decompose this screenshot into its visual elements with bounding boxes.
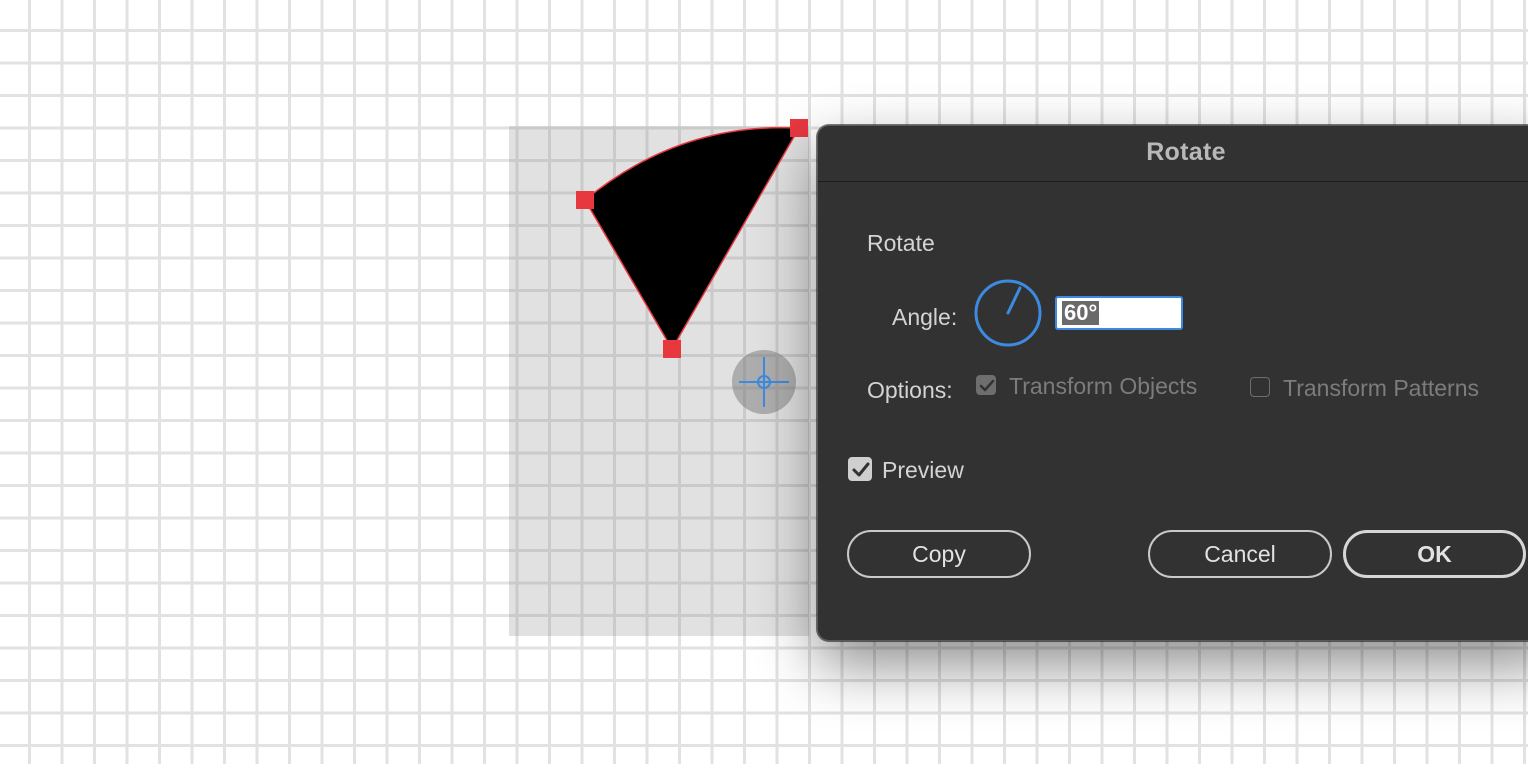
checkmark-icon [979, 379, 995, 392]
preview-label: Preview [882, 457, 964, 483]
rotate-section-label: Rotate [867, 230, 935, 256]
angle-label: Angle: [892, 304, 958, 330]
anchor-point-left [576, 191, 594, 209]
preview-checkbox[interactable] [848, 457, 872, 481]
transform-objects-checkbox[interactable] [976, 375, 996, 395]
ok-button[interactable]: OK [1343, 530, 1526, 578]
wedge-shape [584, 126, 801, 351]
rotation-origin-icon [732, 350, 796, 414]
options-label: Options: [867, 377, 953, 403]
anchor-point-bottom [663, 340, 681, 358]
anchor-point-top-right [790, 119, 808, 137]
dialog-titlebar[interactable]: Rotate [818, 126, 1528, 182]
angle-input[interactable]: 60° [1055, 296, 1183, 330]
rotate-dialog: Rotate Rotate Angle: 60° Options: Transf… [817, 125, 1528, 641]
angle-dial-icon[interactable] [973, 278, 1043, 348]
checkmark-icon [852, 462, 870, 477]
copy-button[interactable]: Copy [847, 530, 1031, 578]
cancel-button[interactable]: Cancel [1148, 530, 1332, 578]
angle-input-value: 60° [1062, 300, 1100, 325]
transform-objects-label: Transform Objects [1009, 373, 1198, 399]
dialog-title: Rotate [1146, 138, 1226, 166]
transform-patterns-label: Transform Patterns [1283, 375, 1479, 401]
transform-patterns-checkbox[interactable] [1250, 377, 1270, 397]
